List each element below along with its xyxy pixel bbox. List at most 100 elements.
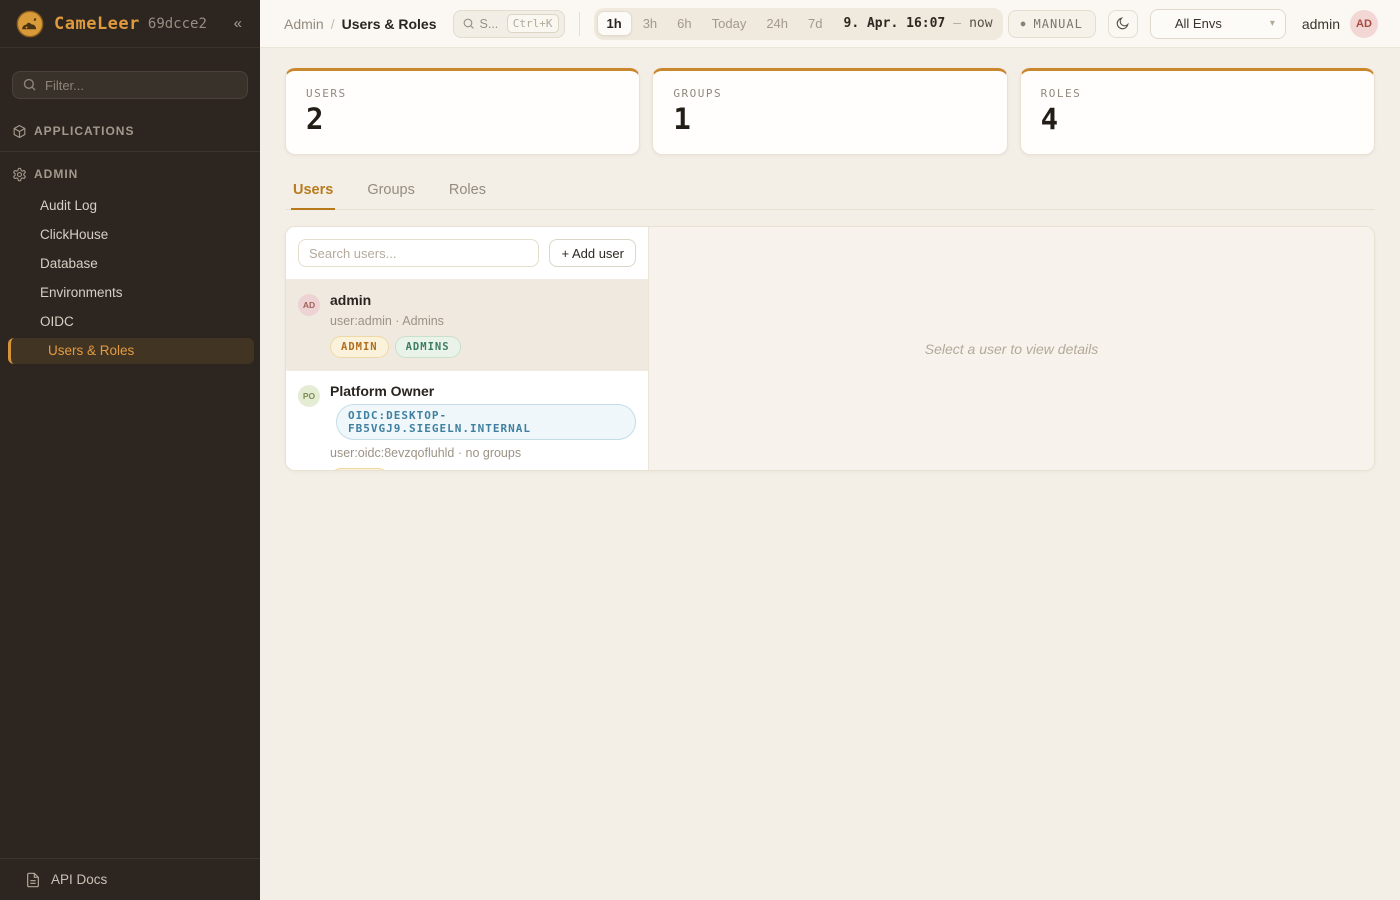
time-range-1h[interactable]: 1h bbox=[597, 11, 632, 36]
topbar: Admin / Users & Roles S... Ctrl+K 1h 3h … bbox=[260, 0, 1400, 48]
sidebar-section-label: ADMIN bbox=[34, 167, 78, 181]
stat-label: ROLES bbox=[1041, 87, 1354, 100]
stat-card-groups: GROUPS 1 bbox=[652, 68, 1007, 155]
stat-value: 4 bbox=[1041, 104, 1354, 136]
stat-card-users: USERS 2 bbox=[285, 68, 640, 155]
sidebar-item-database[interactable]: Database bbox=[0, 250, 260, 278]
users-panel: + Add user AD admin user:admin · Admins … bbox=[285, 226, 1375, 471]
app-root: CameLeer 69dcce2 « APPLICATIONS bbox=[0, 0, 1400, 900]
sidebar-item-clickhouse[interactable]: ClickHouse bbox=[0, 221, 260, 249]
tab-groups[interactable]: Groups bbox=[365, 176, 417, 209]
global-search[interactable]: S... Ctrl+K bbox=[453, 10, 565, 38]
sidebar-collapse-icon[interactable]: « bbox=[228, 13, 248, 34]
time-range-display: 9. Apr. 16:07 — now bbox=[844, 16, 993, 31]
user-name: admin bbox=[330, 292, 636, 308]
sidebar-admin-items: Audit Log ClickHouse Database Environmen… bbox=[0, 192, 260, 364]
gear-icon bbox=[12, 167, 27, 182]
user-detail-pane: Select a user to view details bbox=[649, 227, 1374, 470]
empty-state-text: Select a user to view details bbox=[925, 341, 1099, 357]
time-range-control: 1h 3h 6h Today 24h 7d 9. Apr. 16:07 — no… bbox=[594, 8, 1003, 40]
manual-mode-label: MANUAL bbox=[1034, 17, 1083, 31]
user-list: + Add user AD admin user:admin · Admins … bbox=[286, 227, 649, 470]
avatar: AD bbox=[298, 294, 320, 316]
time-range-7d[interactable]: 7d bbox=[799, 12, 831, 35]
time-to[interactable]: now bbox=[969, 16, 992, 31]
env-select[interactable]: All Envs ▾ bbox=[1150, 9, 1286, 39]
camel-logo-icon bbox=[16, 10, 44, 38]
user-meta: user:admin · Admins bbox=[330, 314, 636, 328]
moon-icon bbox=[1115, 16, 1130, 31]
tab-roles[interactable]: Roles bbox=[447, 176, 488, 209]
avatar: PO bbox=[298, 385, 320, 407]
brand-version: 69dcce2 bbox=[148, 16, 207, 32]
document-icon bbox=[25, 872, 41, 888]
topbar-right: ● MANUAL All Envs ▾ admin AD bbox=[1008, 9, 1388, 39]
api-docs-label: API Docs bbox=[51, 872, 107, 887]
sidebar-item-oidc[interactable]: OIDC bbox=[0, 308, 260, 336]
time-range-3h[interactable]: 3h bbox=[634, 12, 666, 35]
oidc-provider-badge: OIDC:DESKTOP-FB5VGJ9.SIEGELN.INTERNAL bbox=[336, 404, 636, 440]
stat-value: 1 bbox=[673, 104, 986, 136]
user-row-body: admin user:admin · Admins ADMIN ADMINS bbox=[330, 292, 636, 358]
time-range-6h[interactable]: 6h bbox=[668, 12, 700, 35]
add-user-button[interactable]: + Add user bbox=[549, 239, 636, 267]
sidebar-section-label: APPLICATIONS bbox=[34, 124, 134, 138]
stats-row: USERS 2 GROUPS 1 ROLES 4 bbox=[285, 68, 1375, 155]
time-from[interactable]: 9. Apr. 16:07 bbox=[844, 16, 946, 31]
user-row-body: Platform Owner OIDC:DESKTOP-FB5VGJ9.SIEG… bbox=[330, 383, 636, 471]
avatar[interactable]: AD bbox=[1350, 10, 1378, 38]
search-users-input[interactable] bbox=[298, 239, 539, 267]
theme-toggle-button[interactable] bbox=[1108, 10, 1138, 38]
manual-mode-badge[interactable]: ● MANUAL bbox=[1008, 10, 1096, 38]
env-select-value: All Envs bbox=[1175, 16, 1222, 31]
sidebar-divider bbox=[0, 151, 260, 152]
topbar-divider bbox=[579, 12, 580, 36]
time-range-today[interactable]: Today bbox=[703, 12, 756, 35]
user-row-platform-owner[interactable]: PO Platform Owner OIDC:DESKTOP-FB5VGJ9.S… bbox=[286, 370, 648, 471]
sidebar-nav: APPLICATIONS ADMIN Audit Log ClickHouse … bbox=[0, 121, 260, 366]
global-search-placeholder: S... bbox=[480, 17, 499, 31]
user-row-admin[interactable]: AD admin user:admin · Admins ADMIN ADMIN… bbox=[286, 279, 648, 370]
role-badge-admin: ADMIN bbox=[330, 468, 389, 471]
sidebar-logo-row: CameLeer 69dcce2 « bbox=[0, 0, 260, 48]
search-icon bbox=[462, 17, 475, 30]
stat-label: GROUPS bbox=[673, 87, 986, 100]
stat-card-roles: ROLES 4 bbox=[1020, 68, 1375, 155]
content: USERS 2 GROUPS 1 ROLES 4 Users Groups Ro… bbox=[260, 48, 1400, 900]
search-icon bbox=[22, 77, 37, 92]
group-badge-admins: ADMINS bbox=[395, 336, 461, 358]
main-area: Admin / Users & Roles S... Ctrl+K 1h 3h … bbox=[260, 0, 1400, 900]
user-badges: ADMIN ADMINS bbox=[330, 336, 636, 358]
sidebar-filter-input[interactable] bbox=[12, 71, 248, 99]
sidebar-spacer bbox=[0, 366, 260, 858]
brand-name: CameLeer bbox=[54, 14, 140, 34]
status-dot-icon: ● bbox=[1021, 19, 1027, 28]
breadcrumb-admin[interactable]: Admin bbox=[284, 16, 324, 32]
breadcrumb-separator: / bbox=[331, 16, 335, 32]
user-name: Platform Owner bbox=[330, 383, 636, 399]
sidebar: CameLeer 69dcce2 « APPLICATIONS bbox=[0, 0, 260, 900]
breadcrumb-current: Users & Roles bbox=[342, 16, 437, 32]
role-badge-admin: ADMIN bbox=[330, 336, 389, 358]
user-meta: user:oidc:8evzqofluhld · no groups bbox=[330, 446, 636, 460]
tabs: Users Groups Roles bbox=[285, 176, 1375, 210]
sidebar-section-admin[interactable]: ADMIN bbox=[0, 164, 260, 184]
search-shortcut-kbd: Ctrl+K bbox=[507, 14, 559, 33]
user-list-toolbar: + Add user bbox=[286, 227, 648, 279]
stat-label: USERS bbox=[306, 87, 619, 100]
user-badges: ADMIN bbox=[330, 468, 636, 471]
breadcrumb: Admin / Users & Roles bbox=[284, 16, 437, 32]
stat-value: 2 bbox=[306, 104, 619, 136]
sidebar-section-applications[interactable]: APPLICATIONS bbox=[0, 121, 260, 141]
time-range-24h[interactable]: 24h bbox=[757, 12, 797, 35]
tab-users[interactable]: Users bbox=[291, 176, 335, 210]
sidebar-item-users-roles[interactable]: Users & Roles bbox=[8, 338, 254, 364]
topbar-username: admin bbox=[1302, 16, 1340, 32]
sidebar-filter bbox=[12, 71, 248, 99]
api-docs-link[interactable]: API Docs bbox=[0, 858, 260, 900]
chevron-down-icon: ▾ bbox=[1270, 18, 1275, 29]
time-separator: — bbox=[953, 16, 961, 31]
sidebar-item-audit-log[interactable]: Audit Log bbox=[0, 192, 260, 220]
package-icon bbox=[12, 124, 27, 139]
sidebar-item-environments[interactable]: Environments bbox=[0, 279, 260, 307]
